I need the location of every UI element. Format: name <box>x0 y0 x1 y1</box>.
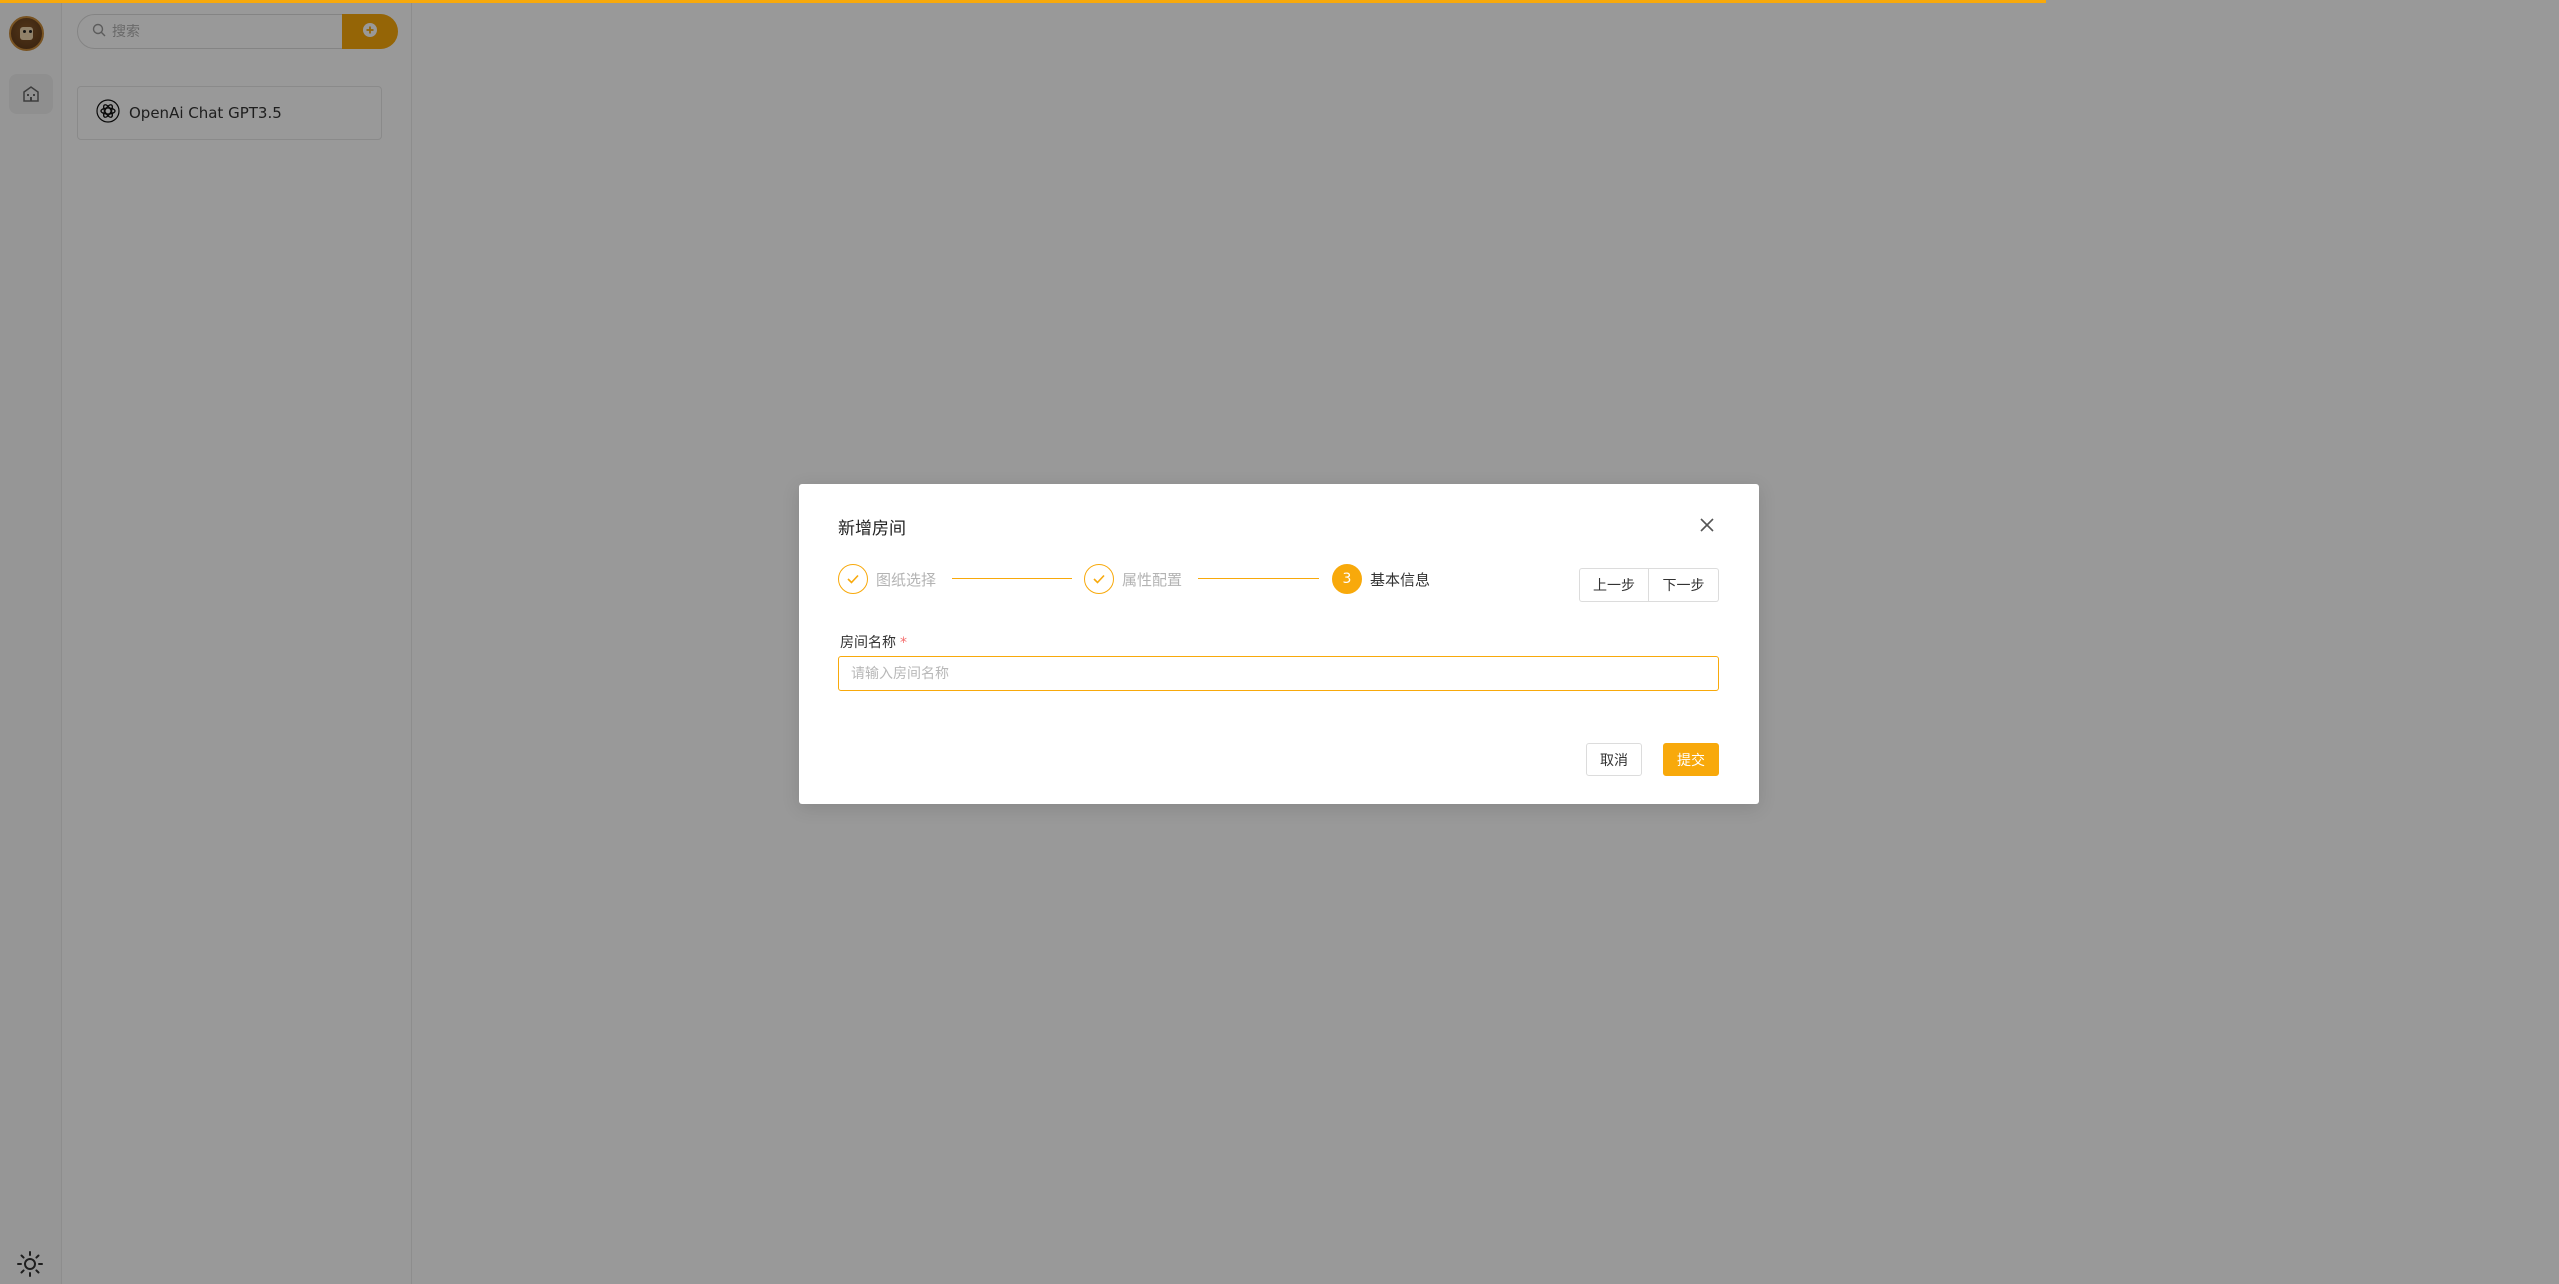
app-root: OpenAi Chat GPT3.5 新增房间 图纸选择 <box>0 0 2559 1284</box>
dialog-title: 新增房间 <box>838 519 906 539</box>
add-room-dialog: 新增房间 图纸选择 属性配置 3 基本信息 上一步 下一步 房间名称 * 请输入… <box>799 484 1759 804</box>
close-icon[interactable] <box>1695 513 1719 537</box>
step-nav-group: 上一步 下一步 <box>1579 568 1719 602</box>
step-label: 属性配置 <box>1122 570 1183 589</box>
room-name-input[interactable] <box>838 656 1719 691</box>
step-attribute-config: 属性配置 <box>1084 563 1182 595</box>
next-step-button[interactable]: 下一步 <box>1649 568 1719 602</box>
step-connector <box>1198 578 1319 579</box>
cancel-button[interactable]: 取消 <box>1586 743 1642 776</box>
step-blueprint-select: 图纸选择 <box>838 563 936 595</box>
submit-button[interactable]: 提交 <box>1663 743 1719 776</box>
check-icon <box>1084 564 1114 594</box>
required-mark: * <box>900 635 907 651</box>
room-name-label-text: 房间名称 <box>840 635 896 651</box>
step-basic-info: 3 基本信息 <box>1332 563 1430 595</box>
loading-progress-bar <box>0 0 2046 3</box>
step-label: 图纸选择 <box>876 570 937 589</box>
steps-indicator: 图纸选择 属性配置 3 基本信息 <box>838 563 1438 595</box>
step-number: 3 <box>1332 564 1362 594</box>
room-name-label: 房间名称 * <box>840 632 907 652</box>
step-connector <box>952 578 1072 579</box>
check-icon <box>838 564 868 594</box>
step-label: 基本信息 <box>1370 570 1431 589</box>
prev-step-button[interactable]: 上一步 <box>1579 568 1649 602</box>
